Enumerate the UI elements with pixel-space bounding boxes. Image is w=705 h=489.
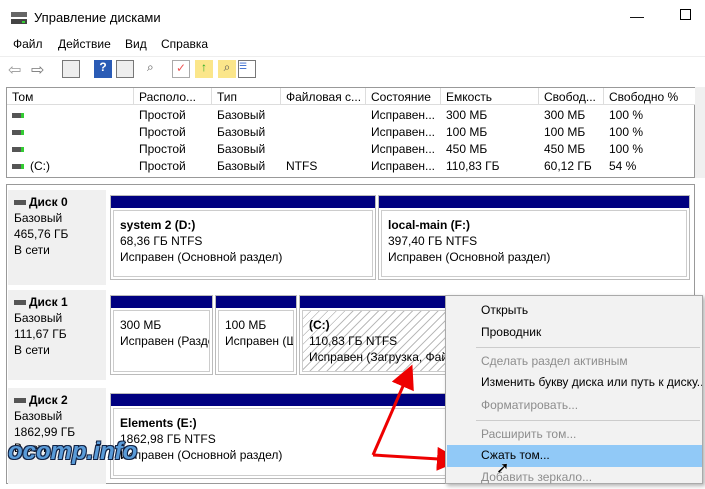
table-cell: 450 МБ <box>446 142 488 156</box>
menu-help[interactable]: Справка <box>161 37 208 51</box>
col-layout[interactable]: Располо... <box>134 88 212 105</box>
window-title: Управление дисками <box>34 10 161 25</box>
forward-icon[interactable]: ⇨ <box>31 60 49 79</box>
drive-icon <box>14 200 26 206</box>
menu-separator <box>476 347 700 348</box>
drive-icon <box>12 113 24 119</box>
disk-label[interactable]: Диск 0 Базовый 465,76 ГБ В сети <box>8 190 106 285</box>
drive-icon <box>12 130 24 136</box>
table-cell: Простой <box>139 125 186 139</box>
menu-item-open[interactable]: Открыть <box>447 300 702 322</box>
col-filesystem[interactable]: Файловая с... <box>281 88 366 105</box>
table-row-volume[interactable]: (C:) <box>7 157 55 174</box>
col-capacity[interactable]: Емкость <box>441 88 539 105</box>
table-cell: Базовый <box>217 125 266 139</box>
col-free-percent[interactable]: Свободно % <box>604 88 696 105</box>
partition[interactable]: local-main (F:) 397,40 ГБ NTFS Исправен (О… <box>378 195 690 280</box>
watermark-logo: ocomp.info <box>8 438 138 465</box>
disk-label[interactable]: Диск 1 Базовый 111,67 ГБ В сети <box>8 290 106 380</box>
table-cell: 54 % <box>609 159 637 173</box>
table-cell: Базовый <box>217 142 266 156</box>
search-icon[interactable]: ⌕ <box>218 60 236 78</box>
table-cell: Простой <box>139 108 186 122</box>
table-cell: Исправен... <box>371 108 436 122</box>
menu-view[interactable]: Вид <box>125 37 147 51</box>
check-icon[interactable]: ✓ <box>172 60 190 78</box>
table-cell: Исправен... <box>371 159 436 173</box>
table-cell: 100 МБ <box>446 125 488 139</box>
partition[interactable]: system 2 (D:) 68,36 ГБ NTFS Исправен (Осно… <box>110 195 376 280</box>
table-cell: 60,12 ГБ <box>544 159 592 173</box>
table-row-volume[interactable] <box>7 140 35 157</box>
menu-file[interactable]: Файл <box>13 37 43 51</box>
drive-icon <box>12 147 24 153</box>
properties-icon[interactable]: ☰ <box>238 60 256 78</box>
table-cell: 450 МБ <box>544 142 586 156</box>
menu-item-explorer[interactable]: Проводник <box>447 322 702 344</box>
partition[interactable]: 300 МБ Исправен (Разде <box>110 295 213 375</box>
drive-icon <box>14 398 26 404</box>
partition[interactable]: (C:) 110,83 ГБ NTFS Исправен (Загрузка, Фа… <box>299 295 459 375</box>
table-row-volume[interactable] <box>7 123 35 140</box>
partition[interactable]: 100 МБ Исправен (Ш <box>215 295 297 375</box>
table-cell: 110,83 ГБ <box>446 159 500 173</box>
upload-icon[interactable]: ↑ <box>195 60 213 78</box>
menu-item-add-mirror[interactable]: Добавить зеркало... <box>447 467 702 489</box>
drive-icon <box>12 164 24 170</box>
disk-management-icon <box>11 12 27 24</box>
mouse-cursor-icon: ➚ <box>496 460 510 477</box>
table-cell: Простой <box>139 159 186 173</box>
table-cell: Базовый <box>217 159 266 173</box>
table-cell: 100 МБ <box>544 125 586 139</box>
table-cell <box>281 123 291 140</box>
partition[interactable]: Elements (E:) 1862,98 ГБ NTFS Исправен (Ос… <box>110 393 450 479</box>
col-type[interactable]: Тип <box>212 88 281 105</box>
menu-item-shrink[interactable]: Сжать том... <box>447 445 702 467</box>
table-cell <box>281 140 291 157</box>
connect-drive-icon[interactable]: ⌕ <box>147 60 165 78</box>
action-pane-icon[interactable] <box>116 60 134 78</box>
table-cell: 100 % <box>609 125 644 139</box>
table-cell: 100 % <box>609 108 644 122</box>
maximize-button[interactable] <box>680 9 691 20</box>
disk-label[interactable]: Диск 2 Базовый 1862,99 ГБ В сети <box>8 388 106 484</box>
context-menu: Открыть Проводник Сделать раздел активны… <box>445 295 703 484</box>
col-free[interactable]: Свобод... <box>539 88 604 105</box>
minimize-button[interactable]: — <box>630 8 644 24</box>
menu-action[interactable]: Действие <box>58 37 111 51</box>
table-cell: 300 МБ <box>446 108 488 122</box>
table-cell: Базовый <box>217 108 266 122</box>
menu-item-extend[interactable]: Расширить том... <box>447 424 702 446</box>
table-row-volume[interactable] <box>7 106 35 123</box>
table-cell: Исправен... <box>371 125 436 139</box>
menu-separator <box>476 420 700 421</box>
help-icon[interactable]: ? <box>94 60 112 78</box>
menu-item-mark-active[interactable]: Сделать раздел активным <box>447 351 702 373</box>
volume-table: Том Располо... Тип Файловая с... Состоян… <box>6 87 696 178</box>
table-cell: Простой <box>139 142 186 156</box>
table-scrollbar[interactable] <box>695 87 705 178</box>
table-cell: 300 МБ <box>544 108 586 122</box>
drive-icon <box>14 300 26 306</box>
back-icon[interactable]: ⇦ <box>8 60 26 79</box>
table-cell <box>281 106 291 123</box>
menu-item-format[interactable]: Форматировать... <box>447 395 702 417</box>
console-tree-icon[interactable] <box>62 60 80 78</box>
table-cell: NTFS <box>286 159 318 173</box>
col-status[interactable]: Состояние <box>366 88 441 105</box>
table-cell: 100 % <box>609 142 644 156</box>
col-volume[interactable]: Том <box>7 88 134 105</box>
table-cell: Исправен... <box>371 142 436 156</box>
menu-item-change-letter[interactable]: Изменить букву диска или путь к диску... <box>447 372 702 394</box>
